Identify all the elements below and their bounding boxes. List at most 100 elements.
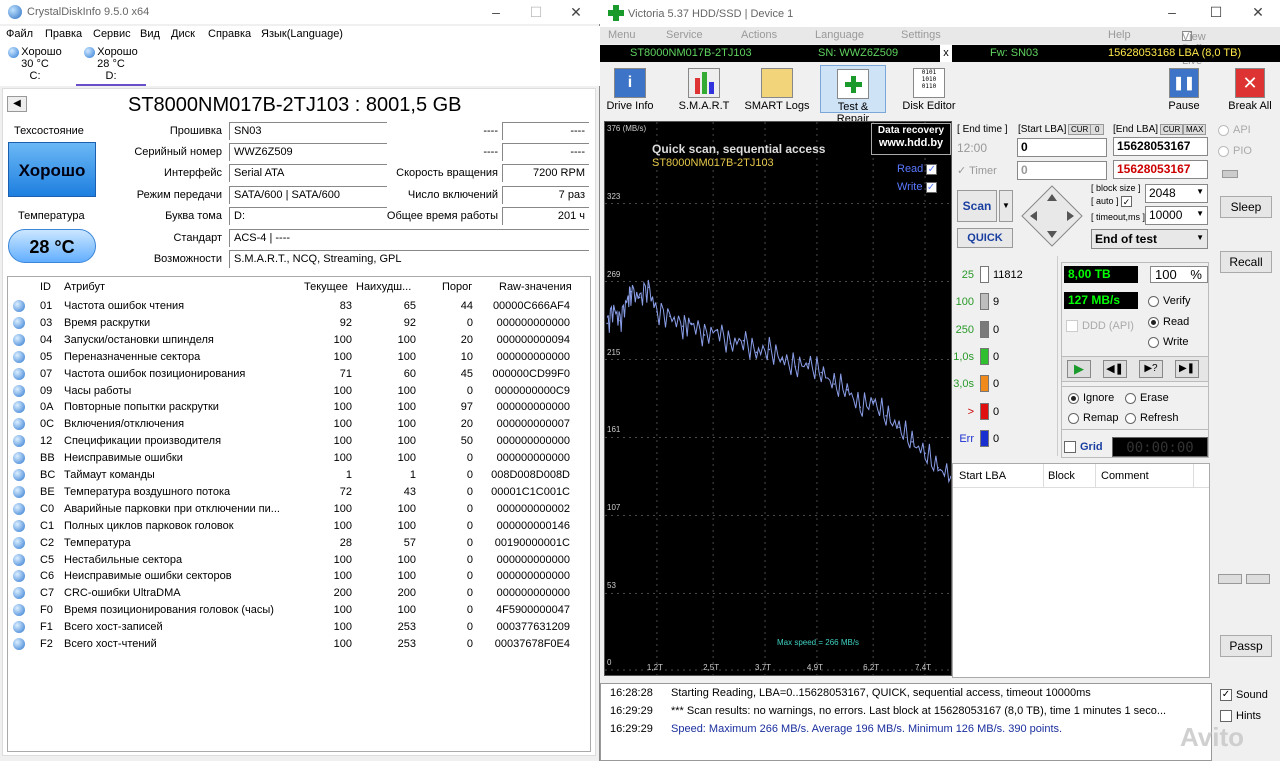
smart-row[interactable]: 04 Запуски/остановки шпинделя 100 100 20 0000…: [8, 332, 590, 349]
smart-row[interactable]: 12 Спецификации производителя 100 100 50 0000…: [8, 433, 590, 450]
end-cur-button[interactable]: CUR: [1160, 124, 1184, 135]
test-repair-button[interactable]: Test & Repair: [820, 65, 886, 125]
col-raw[interactable]: Raw-значения: [499, 281, 572, 293]
back-button[interactable]: ◀❚: [1103, 360, 1127, 378]
action-ignore[interactable]: Ignore: [1068, 392, 1114, 404]
results-table[interactable]: Start LBA Block Comment: [952, 463, 1210, 678]
sleep-button[interactable]: Sleep: [1220, 196, 1272, 218]
smart-button[interactable]: S.M.A.R.T: [674, 65, 734, 113]
close-device-button[interactable]: x: [940, 45, 952, 62]
sound-checkbox[interactable]: ✓ Sound: [1220, 689, 1268, 702]
scan-dropdown-icon[interactable]: ▼: [999, 190, 1013, 222]
smart-row[interactable]: C6 Неисправимые ошибки секторов 100 100 0 000…: [8, 568, 590, 585]
pause-button[interactable]: ❚❚ Pause: [1160, 65, 1208, 113]
end-max-button[interactable]: MAX: [1183, 124, 1207, 135]
grid-checkbox[interactable]: Grid: [1064, 441, 1103, 454]
smart-row[interactable]: BC Таймаут команды 1 1 0 008D008D008D: [8, 467, 590, 484]
end-time-input[interactable]: 12:00: [957, 139, 1012, 158]
read-toggle[interactable]: Read ✓: [897, 163, 941, 175]
auto-checkbox[interactable]: ✓: [1121, 196, 1133, 208]
end-button[interactable]: ▶❚: [1175, 360, 1199, 378]
menu-help[interactable]: Help: [1108, 29, 1131, 41]
col-comment[interactable]: Comment: [1101, 470, 1149, 482]
close-button[interactable]: ✕: [1238, 0, 1278, 24]
menu-menu[interactable]: Menu: [608, 29, 636, 41]
close-button[interactable]: ✕: [556, 0, 596, 24]
radio-pio[interactable]: [1218, 145, 1229, 157]
maximize-button[interactable]: ☐: [516, 0, 556, 24]
write-toggle[interactable]: Write ✓: [897, 181, 941, 193]
smart-row[interactable]: 01 Частота ошибок чтения 83 65 44 00000C666AF…: [8, 298, 590, 315]
menu-service[interactable]: Сервис: [93, 28, 131, 40]
smart-row[interactable]: C0 Аварийные парковки при отключении пи..…: [8, 501, 590, 518]
menu-help[interactable]: Справка: [208, 28, 251, 40]
play-button[interactable]: ▶: [1067, 360, 1091, 378]
radio-write[interactable]: [1148, 336, 1159, 348]
disk-editor-button[interactable]: 0101 1010 0110 Disk Editor: [898, 65, 960, 113]
col-current[interactable]: Текущее: [304, 281, 348, 293]
api-radio[interactable]: API: [1218, 124, 1251, 136]
smart-row[interactable]: F2 Всего хост-чтений 100 253 0 00037678F0E4: [8, 636, 590, 653]
menu-edit[interactable]: Правка: [45, 28, 82, 40]
data-recovery-ad[interactable]: Data recovery www.hdd.by: [871, 123, 951, 155]
smart-row[interactable]: BE Температура воздушного потока 72 43 0 0000…: [8, 484, 590, 501]
smart-row[interactable]: C7 CRC-ошибки UltraDMA 200 200 0 000000000000: [8, 585, 590, 602]
health-status-button[interactable]: Хорошо: [8, 142, 96, 197]
menu-settings[interactable]: Settings: [901, 29, 941, 41]
minimize-button[interactable]: –: [476, 0, 516, 24]
mode-read[interactable]: Read: [1148, 316, 1189, 328]
menu-service[interactable]: Service: [666, 29, 703, 41]
col-attribute[interactable]: Атрибут: [64, 281, 105, 293]
write-checkbox[interactable]: ✓: [925, 181, 937, 193]
ddd-api-checkbox[interactable]: DDD (API): [1066, 320, 1134, 333]
prev-disk-button[interactable]: ◀: [7, 96, 27, 112]
pio-radio[interactable]: PIO: [1218, 145, 1252, 157]
end-of-test-select[interactable]: End of test ▼: [1091, 229, 1208, 249]
menu-actions[interactable]: Actions: [741, 29, 777, 41]
radio-api[interactable]: [1218, 124, 1229, 136]
smart-row[interactable]: 0A Повторные попытки раскрутки 100 100 97 000…: [8, 399, 590, 416]
smart-table[interactable]: ID Атрибут Текущее Наихудш... Порог Raw-…: [7, 276, 591, 752]
mode-write[interactable]: Write: [1148, 336, 1188, 348]
mode-verify[interactable]: Verify: [1148, 295, 1191, 307]
col-worst[interactable]: Наихудш...: [356, 281, 411, 293]
col-id[interactable]: ID: [40, 281, 51, 293]
smart-row[interactable]: F1 Всего хост-записей 100 253 0 000377631209: [8, 619, 590, 636]
block-size-select[interactable]: 2048 ▼: [1145, 184, 1208, 203]
recall-button[interactable]: Recall: [1220, 251, 1272, 273]
smart-row[interactable]: BB Неисправимые ошибки 100 100 0 000000000000: [8, 450, 590, 467]
start-zero-button[interactable]: 0: [1090, 124, 1105, 135]
smart-row[interactable]: 05 Переназначенные сектора 100 100 10 0000000…: [8, 349, 590, 366]
smart-logs-button[interactable]: SMART Logs: [744, 65, 810, 113]
quick-button[interactable]: QUICK: [957, 228, 1013, 248]
event-log[interactable]: 16:28:28 Starting Reading, LBA=0..1562805…: [600, 683, 1212, 761]
menu-language[interactable]: Язык(Language): [261, 28, 343, 40]
timer-input[interactable]: 0: [1017, 161, 1107, 180]
smart-row[interactable]: 07 Частота ошибок позиционирования 71 60 45 0…: [8, 366, 590, 383]
smart-row[interactable]: F0 Время позиционирования головок (часы) 1…: [8, 602, 590, 619]
maximize-button[interactable]: ☐: [1196, 0, 1236, 24]
timer-checkbox[interactable]: ✓ Timer: [957, 164, 997, 177]
col-block[interactable]: Block: [1048, 470, 1075, 482]
scan-button[interactable]: Scan: [957, 190, 997, 222]
action-remap[interactable]: Remap: [1068, 412, 1118, 424]
passp-button[interactable]: Passp: [1220, 635, 1272, 657]
radio-remap[interactable]: [1068, 412, 1079, 424]
skip-button[interactable]: ▶?: [1139, 360, 1163, 378]
smart-row[interactable]: 0C Включения/отключения 100 100 20 0000000000…: [8, 416, 590, 433]
break-all-button[interactable]: ✕ Break All: [1222, 65, 1278, 113]
smart-row[interactable]: 09 Часы работы 100 100 0 0000000000C9: [8, 383, 590, 400]
start-lba-input[interactable]: 0: [1017, 138, 1107, 157]
disk-tab-c[interactable]: Хорошо 30 °C C:: [0, 44, 70, 86]
start-cur-button[interactable]: CUR: [1068, 124, 1092, 135]
col-start-lba[interactable]: Start LBA: [959, 470, 1006, 482]
radio-read[interactable]: [1148, 316, 1159, 328]
smart-row[interactable]: C2 Температура 28 57 0 00190000001C: [8, 535, 590, 552]
hints-checkbox[interactable]: Hints: [1220, 710, 1261, 723]
direction-pad[interactable]: [1020, 184, 1084, 248]
timeout-select[interactable]: 10000 ▼: [1145, 206, 1208, 225]
minimize-button[interactable]: –: [1152, 0, 1192, 24]
end-lba-input[interactable]: 15628053167: [1113, 137, 1208, 156]
small-button-1[interactable]: [1218, 574, 1242, 584]
radio-verify[interactable]: [1148, 295, 1159, 307]
